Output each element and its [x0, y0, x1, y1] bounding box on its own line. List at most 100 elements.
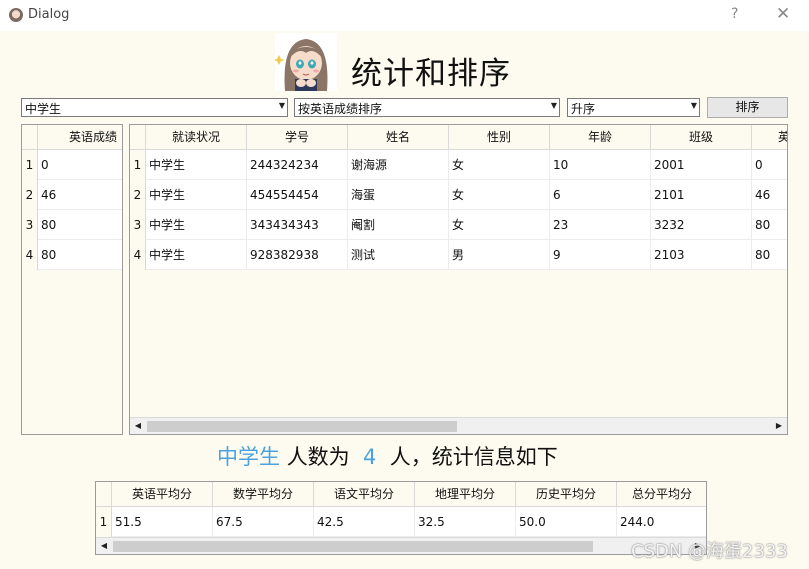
column-header[interactable]: 学号: [247, 125, 348, 150]
empty-area: [38, 270, 122, 434]
table-cell[interactable]: 中学生: [146, 210, 247, 240]
title-bar: Dialog ? ✕: [0, 0, 809, 31]
table-cell[interactable]: 46: [38, 180, 122, 210]
column-header[interactable]: 性别: [449, 125, 550, 150]
table-cell[interactable]: 测试: [348, 240, 449, 270]
table-cell[interactable]: 男: [449, 240, 550, 270]
chevron-down-icon: ▼: [690, 101, 697, 110]
column-header[interactable]: 英语成绩: [38, 125, 122, 150]
scrollbar-thumb[interactable]: [147, 421, 457, 432]
table-cell[interactable]: 谢海源: [348, 150, 449, 180]
table-cell[interactable]: 0: [752, 150, 787, 180]
corner-header: [22, 125, 38, 150]
row-header: 4: [130, 240, 146, 270]
column-header[interactable]: 地理平均分: [415, 482, 516, 507]
summary-text-1: 人数为: [286, 445, 350, 469]
summary-group: 中学生: [217, 445, 280, 469]
table-cell[interactable]: 67.5: [213, 507, 314, 537]
avatar-image: [275, 33, 337, 91]
table-cell[interactable]: 女: [449, 150, 550, 180]
row-header: 1: [96, 507, 112, 537]
empty-area: [146, 270, 787, 417]
summary-count: 4: [363, 445, 377, 469]
row-header: 2: [130, 180, 146, 210]
scroll-right-icon[interactable]: ▶: [771, 418, 787, 434]
summary-text-2: 人，统计信息如下: [389, 445, 558, 469]
chevron-down-icon: ▼: [278, 101, 285, 110]
column-header[interactable]: 姓名: [348, 125, 449, 150]
table-cell[interactable]: 0: [38, 150, 122, 180]
table-cell[interactable]: 454554454: [247, 180, 348, 210]
table-cell[interactable]: 2001: [651, 150, 752, 180]
horizontal-scrollbar[interactable]: ◀ ▶: [130, 417, 787, 434]
table-cell[interactable]: 女: [449, 180, 550, 210]
column-header[interactable]: 历史平均分: [516, 482, 617, 507]
table-cell[interactable]: 23: [550, 210, 651, 240]
table-cell[interactable]: 32.5: [415, 507, 516, 537]
table-cell[interactable]: 女: [449, 210, 550, 240]
table-cell[interactable]: 80: [752, 240, 787, 270]
sort-order-select[interactable]: 升序 ▼: [567, 98, 700, 117]
column-header[interactable]: 总分平均分: [617, 482, 706, 507]
scroll-left-icon[interactable]: ◀: [130, 418, 146, 434]
column-header[interactable]: 英: [752, 125, 787, 150]
column-header[interactable]: 就读状况: [146, 125, 247, 150]
table-cell[interactable]: 3232: [651, 210, 752, 240]
table-cell[interactable]: 6: [550, 180, 651, 210]
table-cell[interactable]: 阉割: [348, 210, 449, 240]
column-header[interactable]: 班级: [651, 125, 752, 150]
corner-header: [130, 125, 146, 150]
row-header: 3: [130, 210, 146, 240]
sort-button[interactable]: 排序: [707, 97, 788, 118]
table-cell[interactable]: 80: [38, 210, 122, 240]
table-cell[interactable]: 中学生: [146, 150, 247, 180]
row-header: 4: [22, 240, 38, 270]
sort-field-select[interactable]: 按英语成绩排序 ▼: [294, 98, 560, 117]
window-title: Dialog: [28, 7, 70, 22]
corner-header: [96, 482, 112, 507]
table-cell[interactable]: 2103: [651, 240, 752, 270]
summary-line: 中学生 人数为 4 人，统计信息如下: [217, 441, 558, 471]
table-cell[interactable]: 50.0: [516, 507, 617, 537]
chevron-down-icon: ▼: [550, 101, 557, 110]
student-table[interactable]: 就读状况 学号 姓名 性别 年龄 班级 英 1 中学生 244324234 谢海…: [129, 124, 788, 435]
column-header[interactable]: 数学平均分: [213, 482, 314, 507]
row-header: 3: [22, 210, 38, 240]
english-score-table[interactable]: 英语成绩 1 0 2 46 3 80 4 80: [21, 124, 123, 435]
table-cell[interactable]: 244.0: [617, 507, 706, 537]
page-title: 统计和排序: [351, 56, 511, 92]
horizontal-scrollbar[interactable]: ◀ ▶: [96, 537, 706, 554]
table-cell[interactable]: 10: [550, 150, 651, 180]
status-filter-select[interactable]: 中学生 ▼: [21, 98, 288, 117]
table-cell[interactable]: 80: [38, 240, 122, 270]
status-filter-value: 中学生: [25, 102, 62, 116]
table-cell[interactable]: 中学生: [146, 180, 247, 210]
column-header[interactable]: 英语平均分: [112, 482, 213, 507]
row-header-filler: [130, 270, 146, 417]
table-cell[interactable]: 80: [752, 210, 787, 240]
scroll-left-icon[interactable]: ◀: [96, 538, 112, 554]
row-header: 1: [22, 150, 38, 180]
help-icon[interactable]: ?: [731, 6, 738, 22]
scrollbar-thumb[interactable]: [113, 541, 593, 552]
app-icon: [9, 8, 23, 22]
table-cell[interactable]: 928382938: [247, 240, 348, 270]
column-header[interactable]: 语文平均分: [314, 482, 415, 507]
watermark-text: CSDN @海蛋2333: [631, 541, 788, 562]
table-cell[interactable]: 42.5: [314, 507, 415, 537]
table-cell[interactable]: 中学生: [146, 240, 247, 270]
statistics-table[interactable]: 英语平均分 数学平均分 语文平均分 地理平均分 历史平均分 总分平均分 1 51…: [95, 481, 707, 555]
table-cell[interactable]: 343434343: [247, 210, 348, 240]
table-cell[interactable]: 海蛋: [348, 180, 449, 210]
column-header[interactable]: 年龄: [550, 125, 651, 150]
sort-field-value: 按英语成绩排序: [298, 102, 383, 116]
table-cell[interactable]: 244324234: [247, 150, 348, 180]
table-cell[interactable]: 9: [550, 240, 651, 270]
table-cell[interactable]: 51.5: [112, 507, 213, 537]
table-cell[interactable]: 2101: [651, 180, 752, 210]
sort-order-value: 升序: [571, 102, 596, 116]
row-header: 1: [130, 150, 146, 180]
table-cell[interactable]: 46: [752, 180, 787, 210]
close-icon[interactable]: ✕: [776, 4, 790, 24]
row-header: 2: [22, 180, 38, 210]
